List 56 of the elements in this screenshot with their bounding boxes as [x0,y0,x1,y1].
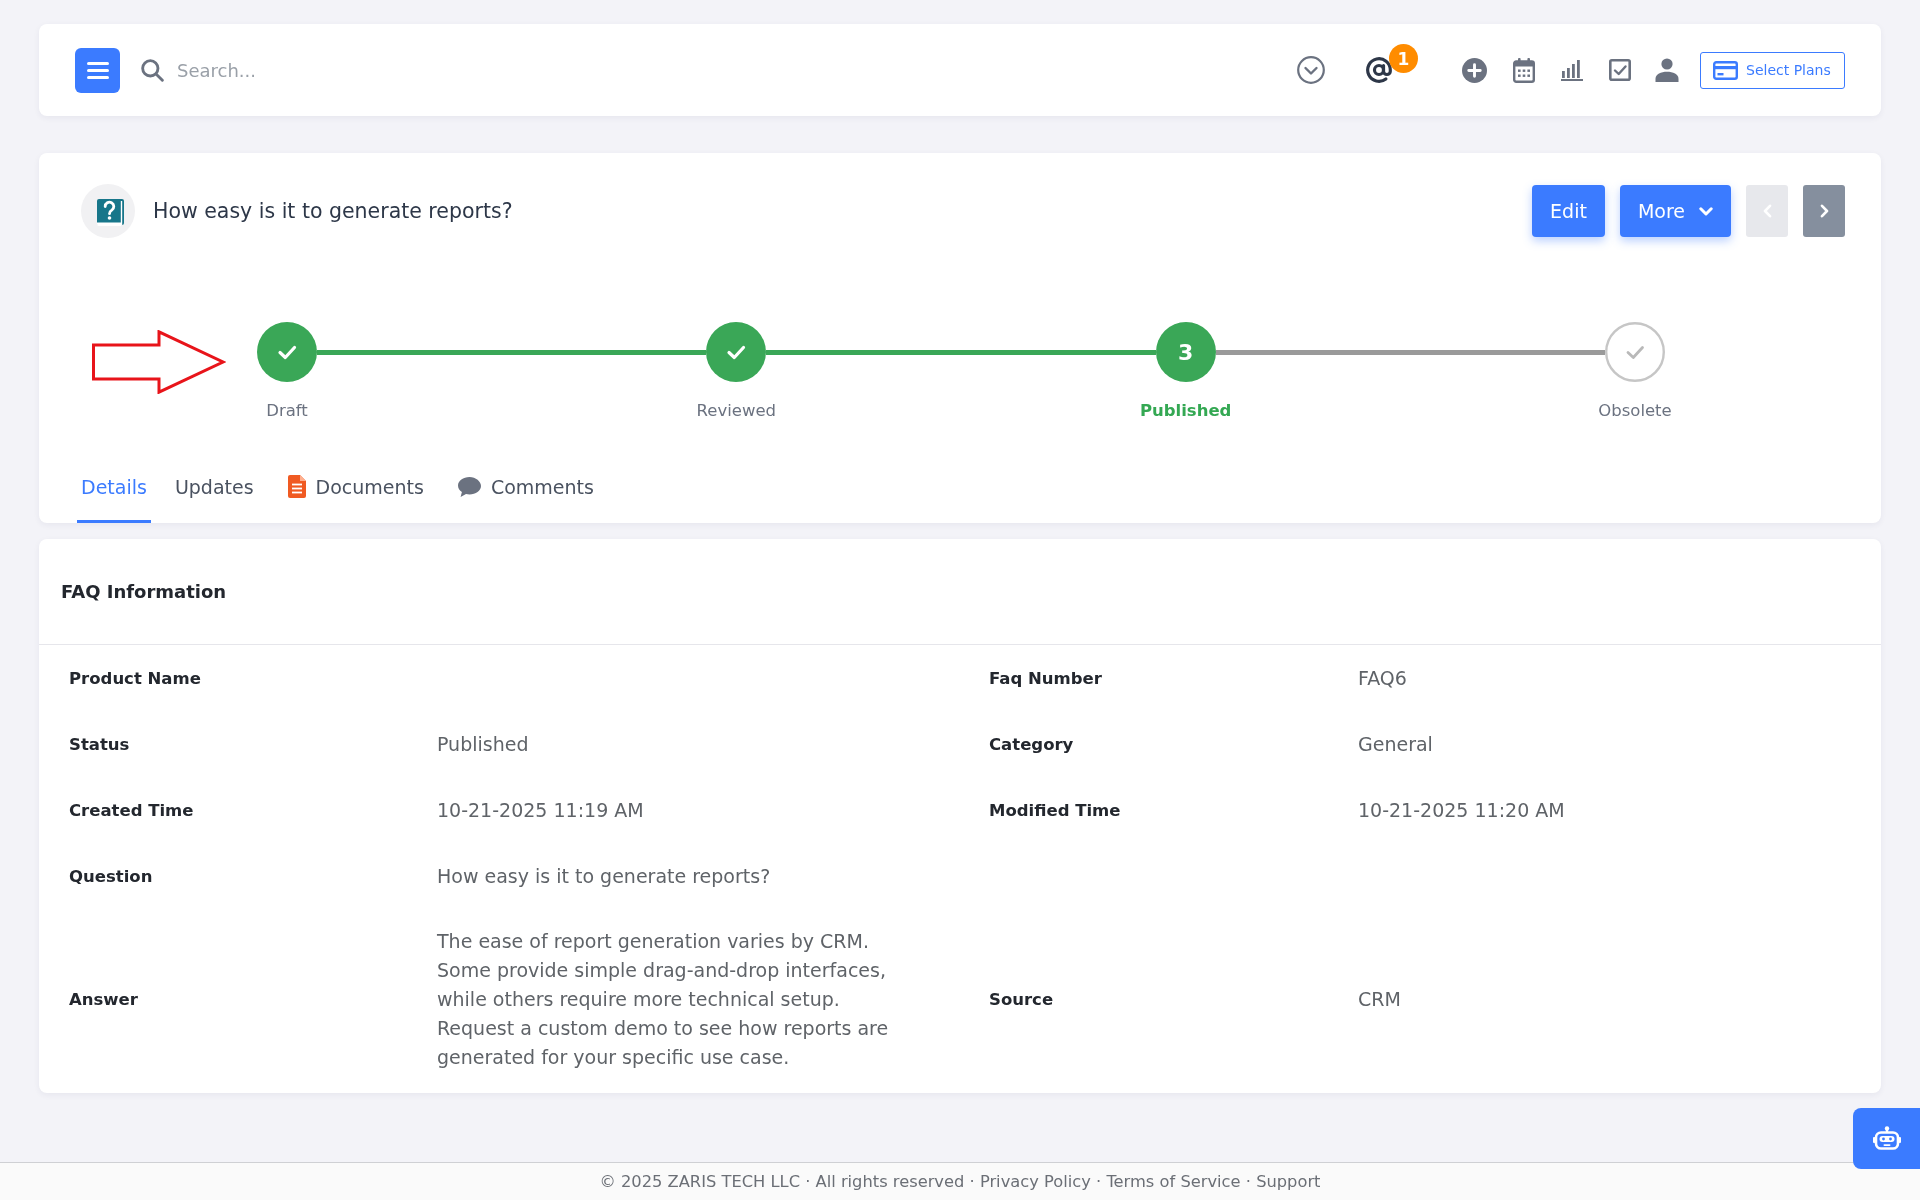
field-value: General [1358,731,1433,757]
robot-icon [1872,1126,1901,1151]
field-value: The ease of report generation varies by CRM. Some provide simple drag-and-drop interfaces, while others require more technical setup. Request a custom demo to see how reports are generated for your specific use case. [437,929,890,1070]
step-number: 3 [1155,322,1216,382]
step-label: Obsolete [1598,401,1672,420]
more-button[interactable]: More [1620,185,1731,237]
field-value: Published [437,731,529,757]
field-label: Question [69,866,153,886]
count-badge: 1 [1389,44,1418,73]
credit-card-icon [1713,60,1738,80]
field-value: 10-21-2025 11:19 AM [437,797,644,823]
search-field[interactable]: Search... [177,55,537,85]
edit-button[interactable]: Edit [1532,185,1605,237]
field-label: Product Name [69,668,201,688]
field-label: Modified Time [989,800,1121,820]
footer-link[interactable]: Support [1256,1172,1321,1191]
tab[interactable]: Comments [453,453,598,523]
caret-down-icon [1699,206,1714,216]
field-label: Created Time [69,800,194,820]
field-value: How easy is it to generate reports? [437,863,771,889]
field-label: Faq Number [989,668,1102,688]
chatbot-button[interactable] [1853,1108,1920,1169]
at-icon[interactable] [1366,57,1392,83]
tab[interactable]: Documents [283,453,428,523]
footer-link[interactable]: Privacy Policy [979,1172,1091,1191]
field-label: Answer [69,990,138,1009]
step-label: Published [1139,401,1232,420]
menu-icon [86,61,109,79]
field-value: CRM [1358,987,1401,1012]
search-icon [141,58,164,82]
add-icon[interactable] [1462,57,1487,83]
field-label: Category [989,734,1074,754]
step-label: Draft [266,401,308,420]
document-icon [287,475,306,498]
record-title: How easy is it to generate reports? [153,199,513,223]
field-value: 10-21-2025 11:20 AM [1358,797,1565,823]
help-book-icon [81,184,135,238]
step-label: Reviewed [696,401,777,420]
tab[interactable]: Details [77,453,151,523]
select-plans-button[interactable]: Select Plans [1700,51,1845,89]
footer-link[interactable]: Terms of Service [1106,1172,1241,1191]
bar-chart-icon[interactable] [1561,59,1583,81]
footer-text: © 2025 ZARIS TECH LLC · All rights reserved · Privacy Policy · Terms of Service · Support [599,1172,1321,1191]
chevron-left-icon [1762,204,1772,218]
user-icon[interactable] [1655,58,1679,82]
calendar-icon[interactable] [1513,57,1535,83]
checkbox-icon[interactable] [1609,59,1631,81]
field-label: Status [69,734,130,754]
tab[interactable]: Updates [170,453,258,523]
chevron-down-circle-icon[interactable] [1297,56,1325,84]
field-value: FAQ6 [1358,665,1407,691]
chevron-right-icon [1819,204,1829,218]
menu-button[interactable] [75,47,120,93]
comment-icon [457,476,481,497]
section-title: FAQ Information [61,581,227,602]
field-label: Source [989,990,1054,1009]
